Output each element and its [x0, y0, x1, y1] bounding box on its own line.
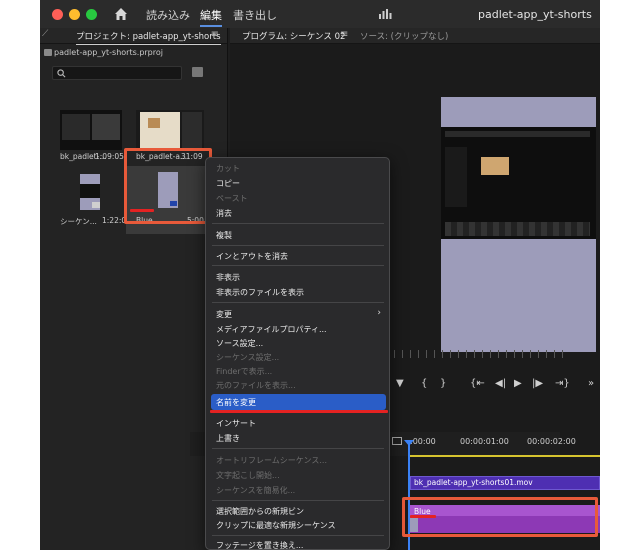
- mark-in-icon[interactable]: {: [421, 378, 427, 389]
- menu-item-sequence-settings[interactable]: シーケンス設定...: [216, 352, 279, 363]
- item-name: シーケン...: [60, 217, 97, 226]
- submenu-arrow-icon: ›: [377, 308, 381, 318]
- program-menu-icon[interactable]: ≡: [340, 29, 348, 40]
- search-icon: [57, 69, 66, 78]
- red-underline-blue-item: [130, 209, 154, 212]
- menu-item-clear-in-out[interactable]: インとアウトを消去: [216, 251, 288, 262]
- tab-edit[interactable]: 編集: [200, 7, 222, 27]
- mark-out-icon[interactable]: }: [440, 378, 446, 389]
- tab-program[interactable]: プログラム: シーケンス 02: [242, 30, 345, 42]
- clip-thumbnail[interactable]: [136, 110, 204, 150]
- menu-item-copy[interactable]: コピー: [216, 178, 240, 189]
- go-to-out-icon[interactable]: ⇥}: [555, 378, 570, 389]
- menu-item-simplify-sequence[interactable]: シーケンスを簡易化...: [216, 485, 295, 496]
- menu-item-view-hidden[interactable]: 非表示のファイルを表示: [216, 287, 304, 298]
- home-icon[interactable]: [113, 6, 129, 22]
- tab-source[interactable]: ソース: (クリップなし): [360, 30, 448, 42]
- video-content: [441, 127, 596, 239]
- timecode-2: 00:00:02:00: [527, 437, 576, 446]
- sequence-icon: [92, 202, 100, 208]
- menu-item-new-sequence-from-clip[interactable]: クリップに最適な新規シーケンス: [216, 520, 336, 531]
- project-panel-tabbar: ⟋ プロジェクト: padlet-app_yt-shorts ≡: [40, 28, 227, 45]
- menu-item-duplicate[interactable]: 複製: [216, 230, 232, 241]
- program-time-ruler[interactable]: [394, 350, 568, 358]
- menu-separator: [212, 245, 384, 246]
- project-file-icon: [44, 49, 52, 56]
- project-panel: ⟋ プロジェクト: padlet-app_yt-shorts ≡ padlet-…: [40, 28, 228, 550]
- menu-item-modify[interactable]: 変更: [216, 309, 232, 320]
- menu-item-media-properties[interactable]: メディアファイルプロパティ...: [216, 324, 327, 335]
- menu-item-clear[interactable]: 消去: [216, 208, 232, 219]
- highlight-box-blue-item: [124, 148, 212, 224]
- menu-separator: [212, 265, 384, 266]
- go-to-in-icon[interactable]: {⇤: [470, 378, 485, 389]
- menu-item-auto-reframe[interactable]: オートリフレームシーケンス...: [216, 455, 327, 466]
- red-underline-rename: [210, 410, 388, 413]
- menu-item-paste[interactable]: ペースト: [216, 193, 248, 204]
- video-clip-label: bk_padlet-app_yt-shorts01.mov: [414, 478, 533, 487]
- menu-separator: [212, 223, 384, 224]
- item-duration: 1:09:05: [95, 152, 124, 161]
- menu-item-replace-footage[interactable]: フッテージを置き換え...: [216, 540, 303, 549]
- timecode-1: 00:00:01:00: [460, 437, 509, 446]
- tab-project[interactable]: プロジェクト: padlet-app_yt-shorts: [76, 30, 221, 45]
- work-area-bar: [410, 455, 600, 457]
- tab-export[interactable]: 書き出し: [233, 7, 277, 23]
- project-file-name: padlet-app_yt-shorts.prproj: [54, 48, 163, 57]
- menu-item-hide[interactable]: 非表示: [216, 272, 240, 283]
- panel-menu-icon[interactable]: ≡: [211, 29, 219, 40]
- menu-item-cut[interactable]: カット: [216, 163, 240, 174]
- close-window-button[interactable]: [52, 9, 63, 20]
- program-tabbar: プログラム: シーケンス 02 ≡ ソース: (クリップなし): [230, 28, 600, 44]
- context-menu: カット コピー ペースト 消去 複製 インとアウトを消去 非表示 非表示のファイ…: [205, 157, 390, 550]
- menu-item-rename[interactable]: 名前を変更: [216, 397, 256, 408]
- menu-separator: [212, 535, 384, 536]
- menu-separator: [212, 500, 384, 501]
- timeline-settings-icon[interactable]: [392, 437, 402, 445]
- step-forward-icon[interactable]: |▶: [532, 378, 543, 389]
- bin-icon[interactable]: [192, 67, 203, 77]
- zoom-window-button[interactable]: [86, 9, 97, 20]
- menu-item-reveal-in-finder[interactable]: Finderで表示...: [216, 366, 272, 377]
- menu-item-new-bin-from-selection[interactable]: 選択範囲からの新規ビン: [216, 506, 304, 517]
- add-marker-icon[interactable]: ▼: [396, 378, 404, 389]
- tab-import[interactable]: 読み込み: [146, 7, 190, 23]
- play-icon[interactable]: ▶: [514, 378, 522, 389]
- menu-item-insert[interactable]: インサート: [216, 418, 256, 429]
- program-video-preview: [441, 97, 596, 352]
- menu-item-reveal-original[interactable]: 元のファイルを表示...: [216, 380, 296, 391]
- search-input[interactable]: [52, 66, 182, 80]
- menu-separator: [212, 448, 384, 449]
- minimize-window-button[interactable]: [69, 9, 80, 20]
- titlebar: 読み込み 編集 書き出し padlet-app_yt-shorts: [40, 0, 600, 28]
- menu-item-source-settings[interactable]: ソース設定...: [216, 338, 263, 349]
- step-back-icon[interactable]: ◀|: [495, 378, 506, 389]
- clip-thumbnail[interactable]: [60, 110, 122, 150]
- menu-separator: [212, 302, 384, 303]
- menu-item-overwrite[interactable]: 上書き: [216, 433, 240, 444]
- menu-item-transcribe[interactable]: 文字起こし開始...: [216, 470, 280, 481]
- workspaces-icon[interactable]: [378, 8, 392, 20]
- document-title: padlet-app_yt-shorts: [478, 8, 592, 21]
- overflow-icon[interactable]: »: [588, 378, 594, 389]
- panel-expand-icon[interactable]: ⟋: [42, 29, 48, 39]
- red-underline-blue-clip: [410, 515, 436, 518]
